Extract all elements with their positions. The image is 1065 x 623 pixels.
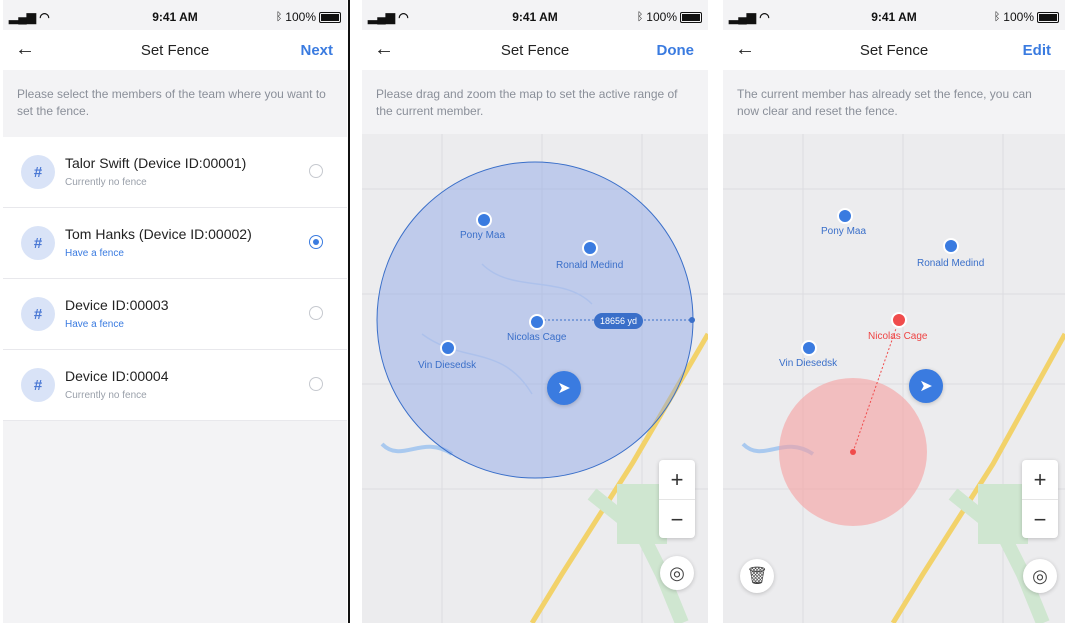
member-label: Ronald Medind [556, 260, 624, 271]
member-label: Ronald Medind [917, 258, 985, 269]
zoom-in-button[interactable]: + [1022, 460, 1058, 500]
member-pin[interactable] [529, 314, 545, 330]
panel-divider [348, 0, 350, 623]
locate-crosshair-icon[interactable]: ◎ [660, 556, 694, 590]
instruction-text: Please drag and zoom the map to set the … [362, 72, 708, 134]
map-view[interactable]: Pony Maa Ronald Medind Nicolas Cage Vin … [362, 134, 708, 623]
bluetooth-icon: ᛒ [993, 11, 1001, 23]
member-label: Vin Diesedsk [418, 360, 477, 371]
navigate-arrow-icon[interactable]: ➤ [547, 371, 581, 405]
member-label: Nicolas Cage [507, 332, 567, 343]
member-pin[interactable] [440, 340, 456, 356]
member-row[interactable]: # Tom Hanks (Device ID:00002) Have a fen… [3, 208, 347, 279]
member-list: # Talor Swift (Device ID:00001) Currentl… [3, 137, 347, 421]
member-label: Pony Maa [460, 230, 506, 241]
map-background [723, 134, 1065, 623]
battery-icon [1037, 11, 1059, 23]
page-title: Set Fence [140, 42, 210, 59]
screen-member-select: ▂▄▆ ◠ 9:41 AM ᛒ 100% ← Set Fence Next Pl… [3, 0, 347, 623]
member-status: Have a fence [65, 319, 124, 330]
locate-crosshair-icon[interactable]: ◎ [1023, 559, 1057, 593]
member-row[interactable]: # Talor Swift (Device ID:00001) Currentl… [3, 137, 347, 208]
battery-percent: 100% [285, 10, 316, 24]
nav-bar: ← Set Fence Next [3, 30, 347, 70]
screen-set-range: ▂▄▆ ◠ 9:41 AM ᛒ 100% ← Set Fence Done Pl… [362, 0, 708, 623]
fence-avatar-icon: # [21, 155, 55, 189]
member-row[interactable]: # Device ID:00003 Have a fence [3, 279, 347, 350]
zoom-control: + − [1022, 460, 1058, 538]
done-button[interactable]: Done [657, 42, 695, 59]
battery-icon [680, 11, 702, 23]
member-pin[interactable] [837, 208, 853, 224]
member-pin[interactable] [582, 240, 598, 256]
instruction-text: Please select the members of the team wh… [3, 72, 347, 134]
member-radio-selected[interactable] [309, 235, 323, 249]
fence-avatar-icon: # [21, 368, 55, 402]
battery-indicator: ᛒ 100% [637, 10, 702, 24]
member-radio[interactable] [309, 377, 323, 391]
member-radio[interactable] [309, 164, 323, 178]
member-label: Nicolas Cage [868, 331, 928, 342]
page-title: Set Fence [859, 42, 929, 59]
nav-bar: ← Set Fence Edit [723, 30, 1065, 70]
status-bar: ▂▄▆ ◠ 9:41 AM ᛒ 100% [723, 8, 1065, 28]
member-row[interactable]: # Device ID:00004 Currently no fence [3, 350, 347, 421]
status-bar: ▂▄▆ ◠ 9:41 AM ᛒ 100% [362, 8, 708, 28]
member-pin[interactable] [476, 212, 492, 228]
status-bar: ▂▄▆ ◠ 9:41 AM ᛒ 100% [3, 8, 347, 28]
map-view[interactable]: Pony Maa Ronald Medind Nicolas Cage Vin … [723, 134, 1065, 623]
battery-indicator: ᛒ 100% [276, 10, 341, 24]
fence-avatar-icon: # [21, 297, 55, 331]
navigate-arrow-icon[interactable]: ➤ [909, 369, 943, 403]
member-status: Have a fence [65, 248, 124, 259]
battery-percent: 100% [646, 10, 677, 24]
member-label: Pony Maa [821, 226, 867, 237]
edit-button[interactable]: Edit [1023, 42, 1051, 59]
member-name: Tom Hanks (Device ID:00002) [65, 226, 252, 242]
fence-avatar-icon: # [21, 226, 55, 260]
member-name: Device ID:00004 [65, 368, 169, 384]
trash-icon[interactable]: 🗑 [740, 559, 774, 593]
zoom-out-button[interactable]: − [1022, 500, 1058, 539]
battery-icon [319, 11, 341, 23]
member-pin[interactable] [801, 340, 817, 356]
zoom-control: + − [659, 460, 695, 538]
map-background [362, 134, 708, 623]
bluetooth-icon: ᛒ [636, 11, 644, 23]
zoom-in-button[interactable]: + [659, 460, 695, 500]
member-name: Device ID:00003 [65, 297, 169, 313]
screen-existing-fence: ▂▄▆ ◠ 9:41 AM ᛒ 100% ← Set Fence Edit Th… [723, 0, 1065, 623]
nav-bar: ← Set Fence Done [362, 30, 708, 70]
member-name: Talor Swift (Device ID:00001) [65, 155, 247, 171]
bluetooth-icon: ᛒ [275, 11, 283, 23]
member-label: Vin Diesedsk [779, 358, 838, 369]
member-pin-active[interactable] [891, 312, 907, 328]
member-status: Currently no fence [65, 177, 147, 188]
battery-percent: 100% [1003, 10, 1034, 24]
battery-indicator: ᛒ 100% [994, 10, 1059, 24]
distance-badge: 18656 yd [594, 313, 644, 329]
member-pin[interactable] [943, 238, 959, 254]
next-button[interactable]: Next [300, 42, 333, 59]
zoom-out-button[interactable]: − [659, 500, 695, 539]
member-radio[interactable] [309, 306, 323, 320]
instruction-text: The current member has already set the f… [723, 72, 1065, 134]
member-status: Currently no fence [65, 390, 147, 401]
